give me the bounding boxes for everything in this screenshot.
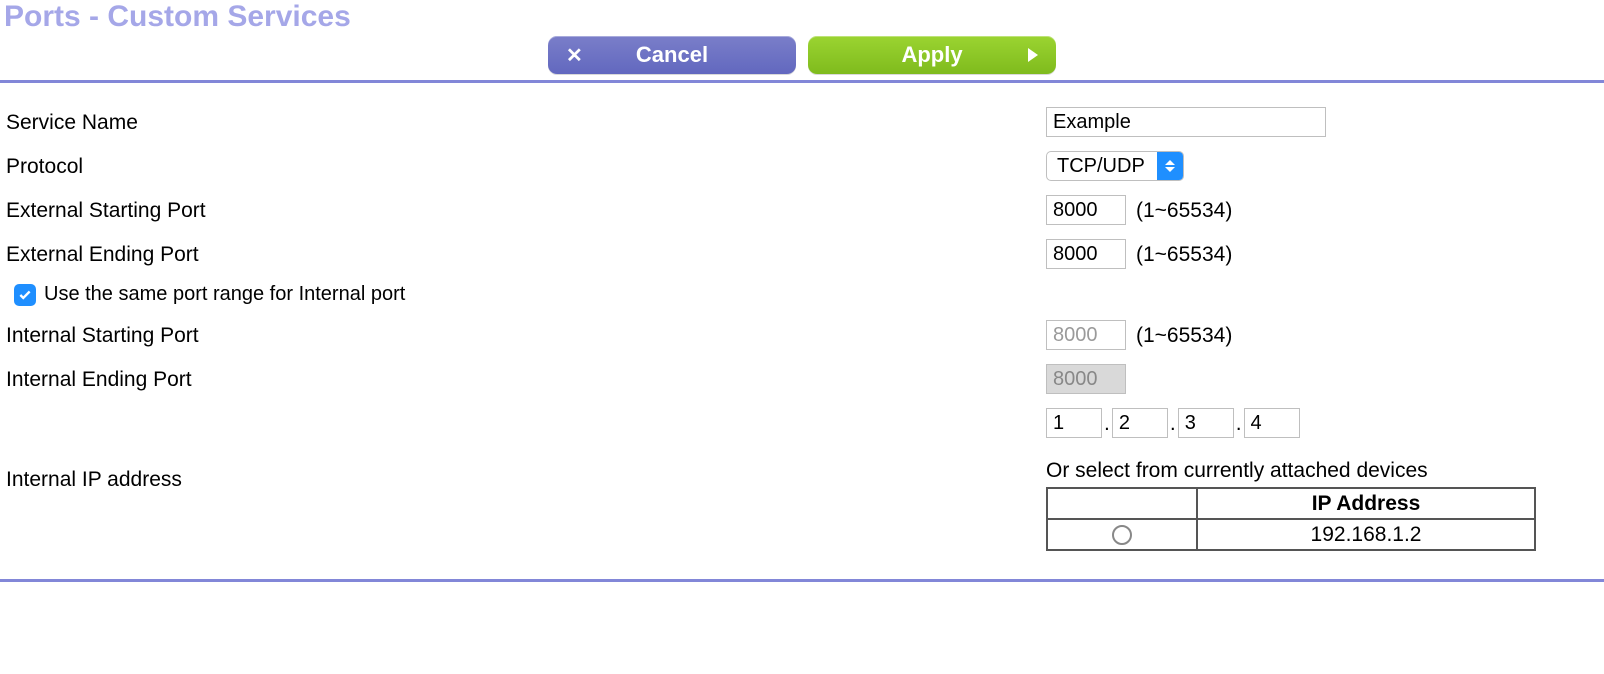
device-radio[interactable]: [1112, 525, 1132, 545]
close-icon: ✕: [566, 43, 583, 68]
attached-devices-table: IP Address 192.168.1.2: [1046, 487, 1536, 551]
check-icon: [18, 288, 32, 302]
internal-starting-port-input: [1046, 320, 1126, 350]
device-ip-cell: 192.168.1.2: [1197, 519, 1535, 550]
same-port-range-checkbox[interactable]: [14, 284, 36, 306]
or-select-label: Or select from currently attached device…: [1046, 460, 1536, 481]
table-header-row: IP Address: [1047, 488, 1535, 519]
port-range-hint: (1~65534): [1136, 325, 1232, 346]
protocol-select-value: TCP/UDP: [1047, 152, 1157, 180]
apply-button[interactable]: Apply: [808, 36, 1056, 74]
same-port-range-label: Use the same port range for Internal por…: [44, 283, 405, 306]
internal-ip-label: Internal IP address: [6, 469, 1046, 490]
cancel-button-label: Cancel: [636, 42, 708, 68]
table-header-empty: [1047, 488, 1197, 519]
page-title: Ports - Custom Services: [0, 0, 351, 34]
table-header-ip: IP Address: [1197, 488, 1535, 519]
action-button-row: ✕ Cancel Apply: [0, 36, 1604, 74]
dot-separator: .: [1102, 413, 1112, 434]
form-area: Service Name Protocol TCP/UDP External S…: [0, 83, 1604, 579]
table-row: 192.168.1.2: [1047, 519, 1535, 550]
protocol-label: Protocol: [6, 156, 1046, 177]
divider-bottom: [0, 579, 1604, 582]
ip-octet-2-input[interactable]: [1112, 408, 1168, 438]
external-ending-port-input[interactable]: [1046, 239, 1126, 269]
ip-octet-4-input[interactable]: [1244, 408, 1300, 438]
external-starting-port-label: External Starting Port: [6, 200, 1046, 221]
external-starting-port-input[interactable]: [1046, 195, 1126, 225]
apply-button-label: Apply: [901, 42, 962, 68]
dot-separator: .: [1168, 413, 1178, 434]
internal-ending-port-input: [1046, 364, 1126, 394]
ip-octet-1-input[interactable]: [1046, 408, 1102, 438]
ip-octet-3-input[interactable]: [1178, 408, 1234, 438]
external-ending-port-label: External Ending Port: [6, 244, 1046, 265]
play-icon: [1028, 48, 1038, 62]
internal-starting-port-label: Internal Starting Port: [6, 325, 1046, 346]
updown-icon: [1157, 152, 1183, 180]
internal-ending-port-label: Internal Ending Port: [6, 369, 1046, 390]
service-name-label: Service Name: [6, 112, 1046, 133]
protocol-select[interactable]: TCP/UDP: [1046, 151, 1184, 181]
cancel-button[interactable]: ✕ Cancel: [548, 36, 796, 74]
service-name-input[interactable]: [1046, 107, 1326, 137]
dot-separator: .: [1234, 413, 1244, 434]
port-range-hint: (1~65534): [1136, 200, 1232, 221]
port-range-hint: (1~65534): [1136, 244, 1232, 265]
